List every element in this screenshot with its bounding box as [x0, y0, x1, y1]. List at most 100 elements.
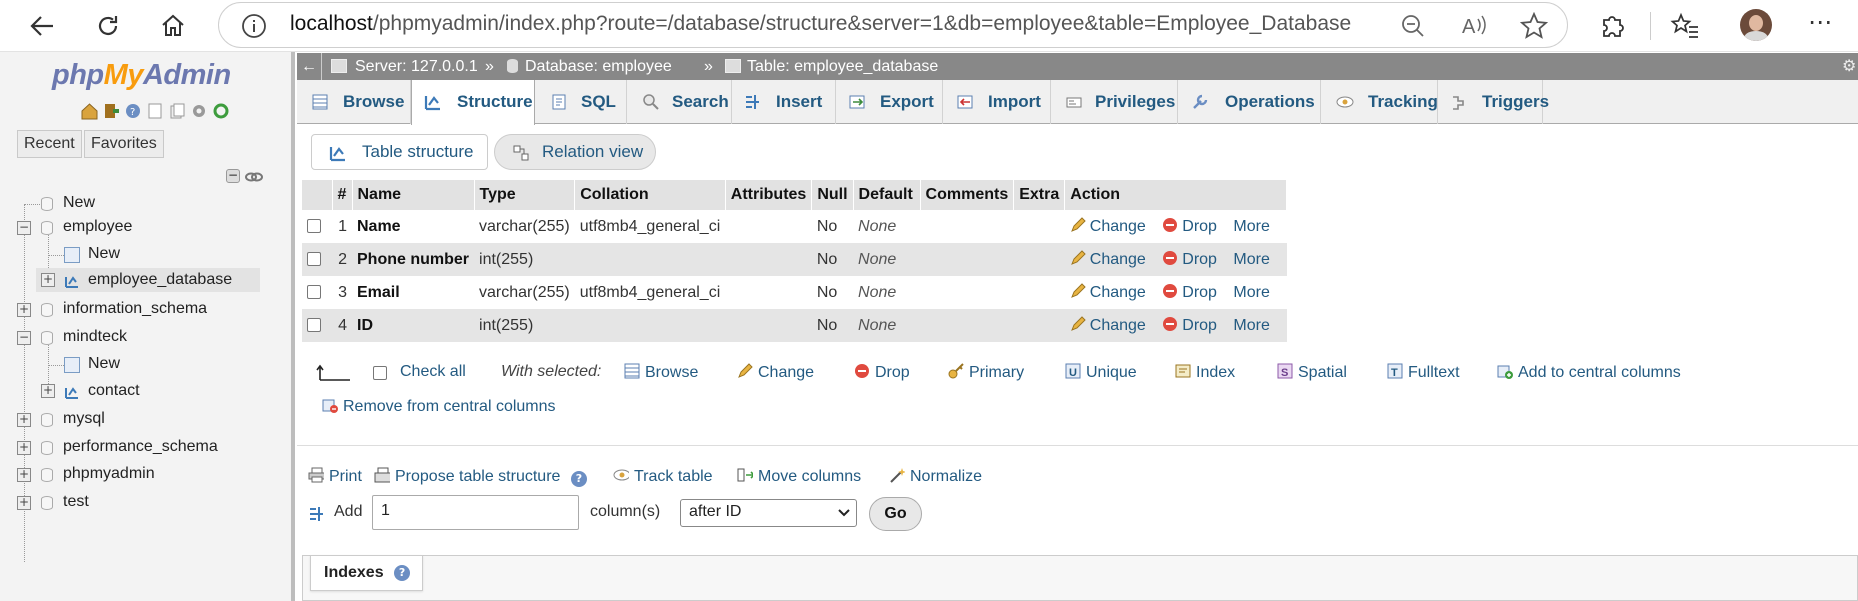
- col-header-name[interactable]: Name: [352, 180, 475, 210]
- tree-item-employee[interactable]: employee: [63, 216, 132, 238]
- with-selected-unique[interactable]: U Unique: [1065, 363, 1137, 382]
- col-header-type[interactable]: Type: [474, 180, 576, 210]
- expand-test-icon[interactable]: +: [17, 496, 31, 510]
- favorites-icon[interactable]: [1670, 12, 1700, 40]
- propose-structure-link[interactable]: Propose table structure: [374, 467, 560, 486]
- drop-link[interactable]: Drop: [1162, 317, 1217, 334]
- column-position-select[interactable]: after ID: [680, 499, 857, 527]
- row-checkbox[interactable]: [307, 285, 321, 300]
- profile-avatar[interactable]: [1740, 9, 1772, 41]
- link-with-main-icon[interactable]: [245, 169, 263, 183]
- tree-item-test[interactable]: test: [63, 491, 89, 513]
- go-button[interactable]: Go: [869, 497, 922, 531]
- row-checkbox[interactable]: [307, 318, 321, 333]
- tab-import[interactable]: Import: [943, 80, 1051, 124]
- home-icon[interactable]: [80, 102, 99, 120]
- tree-item-performance-schema[interactable]: performance_schema: [63, 436, 218, 458]
- favorite-star-icon[interactable]: [1520, 12, 1548, 40]
- extensions-icon[interactable]: [1598, 12, 1626, 40]
- reload-icon[interactable]: [212, 102, 231, 120]
- tab-export[interactable]: Export: [836, 80, 943, 124]
- check-all-label[interactable]: Check all: [400, 363, 466, 381]
- tree-item-phpmyadmin[interactable]: phpmyadmin: [63, 463, 155, 485]
- read-aloud-icon[interactable]: A: [1460, 13, 1488, 39]
- refresh-button[interactable]: [88, 6, 128, 46]
- breadcrumb-table[interactable]: Table: employee_database: [747, 53, 938, 80]
- track-table-link[interactable]: Track table: [613, 467, 713, 486]
- with-selected-fulltext[interactable]: T Fulltext: [1387, 363, 1460, 382]
- move-columns-link[interactable]: Move columns: [737, 467, 861, 486]
- print-link[interactable]: Print: [308, 467, 362, 486]
- col-header-comments[interactable]: Comments: [920, 180, 1015, 210]
- with-selected-add-central[interactable]: Add to central columns: [1497, 363, 1681, 382]
- col-header-collation[interactable]: Collation: [574, 180, 726, 210]
- normalize-link[interactable]: Normalize: [889, 467, 982, 486]
- help-icon[interactable]: ?: [124, 102, 143, 120]
- drop-link[interactable]: Drop: [1162, 284, 1217, 301]
- copy-icon[interactable]: [168, 102, 187, 120]
- drop-link[interactable]: Drop: [1162, 251, 1217, 268]
- tree-item-new[interactable]: New: [63, 192, 95, 214]
- with-selected-remove-central[interactable]: Remove from central columns: [322, 397, 556, 416]
- change-link[interactable]: Change: [1070, 217, 1146, 235]
- home-button[interactable]: [153, 6, 193, 46]
- tree-item-employee-new[interactable]: New: [88, 243, 120, 265]
- recent-button[interactable]: Recent: [17, 130, 82, 158]
- with-selected-primary[interactable]: Primary: [948, 363, 1024, 382]
- settings-gear-icon[interactable]: [190, 102, 209, 120]
- tab-browse[interactable]: Browse: [297, 80, 411, 124]
- tree-item-mysql[interactable]: mysql: [63, 408, 105, 430]
- change-link[interactable]: Change: [1070, 283, 1146, 301]
- check-all-checkbox[interactable]: [373, 366, 387, 380]
- collapse-nav-arrow-icon[interactable]: ←: [301, 53, 317, 80]
- more-dropdown[interactable]: More: [1233, 218, 1269, 235]
- back-button[interactable]: [22, 6, 62, 46]
- subtab-relation-view[interactable]: Relation view: [494, 134, 656, 170]
- expand-information-schema-icon[interactable]: +: [17, 303, 31, 317]
- tab-structure[interactable]: Structure: [411, 80, 535, 125]
- change-link[interactable]: Change: [1070, 250, 1146, 268]
- add-columns-count-input[interactable]: 1: [372, 495, 579, 530]
- tab-insert[interactable]: Insert: [732, 80, 836, 124]
- tab-privileges[interactable]: Privileges: [1051, 80, 1178, 124]
- tree-item-information-schema[interactable]: information_schema: [63, 298, 207, 320]
- tree-item-employee-database[interactable]: employee_database: [88, 269, 232, 291]
- tree-item-mindteck[interactable]: mindteck: [63, 326, 127, 348]
- tab-search[interactable]: Search: [627, 80, 732, 124]
- settings-gear-icon[interactable]: ⚙: [1842, 53, 1856, 80]
- tree-item-contact[interactable]: contact: [88, 380, 140, 402]
- zoom-out-icon[interactable]: [1400, 13, 1426, 39]
- with-selected-index[interactable]: Index: [1175, 363, 1235, 382]
- favorites-button[interactable]: Favorites: [84, 130, 164, 158]
- drop-link[interactable]: Drop: [1162, 218, 1217, 235]
- more-dropdown[interactable]: More: [1233, 251, 1269, 268]
- expand-mysql-icon[interactable]: +: [17, 413, 31, 427]
- with-selected-spatial[interactable]: S Spatial: [1277, 363, 1347, 382]
- expand-performance-schema-icon[interactable]: +: [17, 441, 31, 455]
- col-header-extra[interactable]: Extra: [1013, 180, 1066, 210]
- col-header-default[interactable]: Default: [853, 180, 921, 210]
- col-header-num[interactable]: #: [332, 180, 353, 210]
- expand-phpmyadmin-icon[interactable]: +: [17, 468, 31, 482]
- with-selected-browse[interactable]: Browse: [624, 363, 698, 382]
- col-header-null[interactable]: Null: [811, 180, 854, 210]
- logout-icon[interactable]: [102, 102, 121, 120]
- propose-help-icon[interactable]: ?: [571, 471, 587, 487]
- expand-table-icon[interactable]: +: [41, 273, 55, 287]
- with-selected-drop[interactable]: Drop: [854, 363, 910, 382]
- tab-triggers[interactable]: Triggers: [1438, 80, 1549, 124]
- with-selected-change[interactable]: Change: [737, 363, 814, 382]
- collapse-all-icon[interactable]: −: [226, 169, 240, 183]
- expand-contact-icon[interactable]: +: [41, 384, 55, 398]
- indexes-help-icon[interactable]: ?: [394, 564, 411, 581]
- breadcrumb-server[interactable]: Server: 127.0.0.1: [355, 53, 478, 80]
- more-dropdown[interactable]: More: [1233, 317, 1269, 334]
- row-checkbox[interactable]: [307, 219, 321, 234]
- collapse-mindteck-icon[interactable]: −: [17, 331, 31, 345]
- tab-tracking[interactable]: Tracking: [1321, 80, 1438, 124]
- row-checkbox[interactable]: [307, 252, 321, 267]
- breadcrumb-database[interactable]: Database: employee: [525, 53, 672, 80]
- tree-item-mindteck-new[interactable]: New: [88, 353, 120, 375]
- col-header-attributes[interactable]: Attributes: [725, 180, 813, 210]
- subtab-table-structure[interactable]: Table structure: [311, 134, 488, 170]
